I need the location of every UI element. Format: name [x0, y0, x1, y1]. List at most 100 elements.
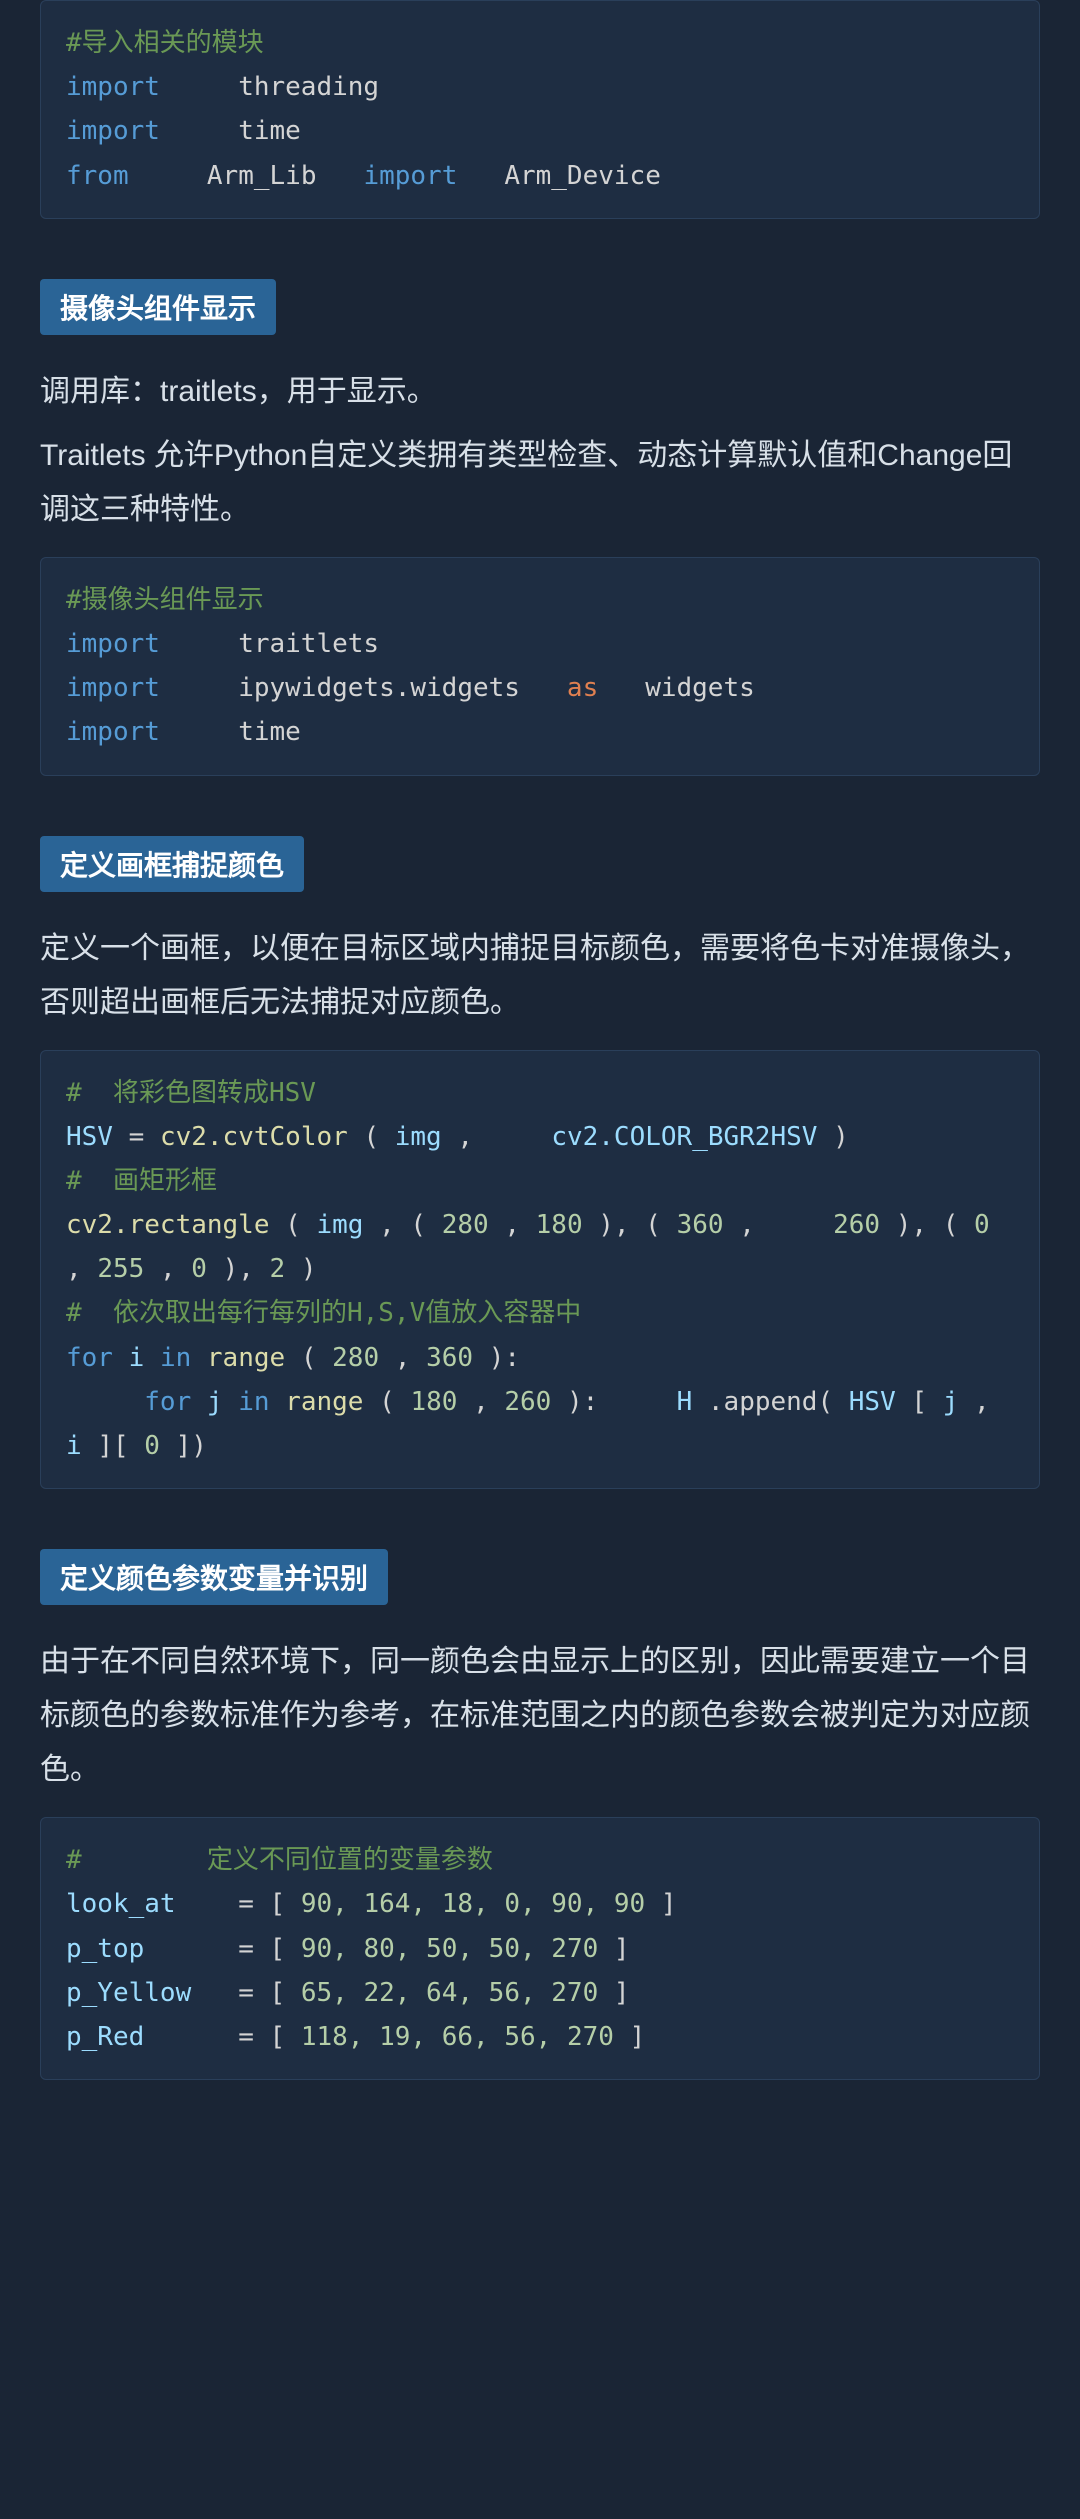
- range-comment-line: # 依次取出每行每列的H,S,V值放入容器中: [66, 1291, 1014, 1335]
- equals-1: =: [129, 1122, 160, 1152]
- rect-comma-4: ,: [739, 1210, 817, 1240]
- p-top-close: ]: [614, 1934, 630, 1964]
- j-var: j: [207, 1387, 223, 1417]
- top-comment: #导入相关的模块: [66, 21, 1014, 65]
- p-yellow-spaces: [207, 1978, 223, 2008]
- for-kw-2: for: [144, 1387, 191, 1417]
- p-red-eq: = [: [238, 2022, 285, 2052]
- hsv-var: HSV: [66, 1122, 113, 1152]
- import-traitlets-line: import traitlets: [66, 622, 1014, 666]
- rect-comma-6: ,: [66, 1254, 97, 1284]
- color-text: 由于在不同自然环境下，同一颜色会由显示上的区别，因此需要建立一个目标颜色的参数标…: [40, 1635, 1040, 1797]
- rect-comma-2: ,: [504, 1210, 535, 1240]
- camera-code-block: #摄像头组件显示 import traitlets import ipywidg…: [40, 557, 1040, 776]
- rectangle-func: cv2.rectangle: [66, 1210, 270, 1240]
- import-kw-1: import: [66, 72, 160, 102]
- arm-device-text: Arm_Device: [473, 161, 661, 191]
- append-text: .append(: [708, 1387, 833, 1417]
- range-paren-close-2: ):: [567, 1387, 661, 1417]
- bracket-1: [: [911, 1387, 927, 1417]
- h-var: H: [677, 1387, 693, 1417]
- p-red-var: p_Red: [66, 2022, 144, 2052]
- as-kw: as: [567, 673, 598, 703]
- look-at-var: look_at: [66, 1889, 176, 1919]
- num-260: 260: [833, 1210, 880, 1240]
- time-text: time: [176, 116, 301, 146]
- cvtcolor-func: cv2.cvtColor: [160, 1122, 348, 1152]
- p-red-spaces: [160, 2022, 223, 2052]
- color-section-header: 定义颜色参数变量并识别: [40, 1549, 388, 1605]
- camera-header-text: 摄像头组件显示: [60, 293, 256, 324]
- range-comma-2: ,: [473, 1387, 504, 1417]
- p-top-line: p_top = [ 90, 80, 50, 50, 270 ]: [66, 1927, 1014, 1971]
- range-comment: # 依次取出每行每列的H,S,V值放入容器中: [66, 1298, 581, 1328]
- num-255: 255: [97, 1254, 144, 1284]
- num-2: 2: [270, 1254, 286, 1284]
- comment-text: #导入相关的模块: [66, 28, 264, 58]
- img-2: img: [316, 1210, 363, 1240]
- hsv-var-2: HSV: [849, 1387, 896, 1417]
- rect-comma-8: ),: [223, 1254, 270, 1284]
- num-280-2: 280: [332, 1343, 379, 1373]
- p-yellow-var: p_Yellow: [66, 1978, 191, 2008]
- import-kw-5: import: [66, 673, 160, 703]
- p-yellow-values: 65, 22, 64, 56, 270: [301, 1978, 598, 2008]
- rect-comma-1: , (: [379, 1210, 426, 1240]
- hsv-comment: # 将彩色图转成HSV: [66, 1078, 316, 1108]
- comma-1: ,: [457, 1122, 535, 1152]
- p-yellow-eq: = [: [238, 1978, 285, 2008]
- arm-lib-text: Arm_Lib: [144, 161, 348, 191]
- paren-close-1: ): [833, 1122, 849, 1152]
- import-kw-4: import: [66, 629, 160, 659]
- num-0-2: 0: [191, 1254, 207, 1284]
- look-at-close: ]: [661, 1889, 677, 1919]
- in-kw-1: in: [160, 1343, 191, 1373]
- time2-text: time: [176, 717, 301, 747]
- camera-text-2: Traitlets 允许Python自定义类拥有类型检查、动态计算默认值和Cha…: [40, 429, 1040, 537]
- widgets-text: widgets: [614, 673, 755, 703]
- color-code-block: # 定义不同位置的变量参数 look_at = [ 90, 164, 18, 0…: [40, 1817, 1040, 2080]
- rectangle-line: cv2.rectangle ( img , ( 280 , 180 ), ( 3…: [66, 1203, 1014, 1291]
- top-section: #导入相关的模块 import threading import time fr…: [40, 0, 1040, 219]
- range-func-2: range: [285, 1387, 363, 1417]
- rect-comma-7: ,: [160, 1254, 191, 1284]
- frame-section: 定义画框捕捉颜色 定义一个画框，以便在目标区域内捕捉目标颜色，需要将色卡对准摄像…: [40, 806, 1040, 1490]
- p-top-var: p_top: [66, 1934, 144, 1964]
- p-red-close: ]: [630, 2022, 646, 2052]
- color-section: 定义颜色参数变量并识别 由于在不同自然环境下，同一颜色会由显示上的区别，因此需要…: [40, 1519, 1040, 2080]
- num-360-2: 360: [426, 1343, 473, 1373]
- num-180-2: 180: [410, 1387, 457, 1417]
- camera-text-1: 调用库：traitlets，用于显示。: [40, 365, 1040, 419]
- for-j-line: for j in range ( 180 , 260 ): H .append(…: [66, 1380, 1014, 1468]
- num-0-3: 0: [144, 1431, 160, 1461]
- p-top-values: 90, 80, 50, 50, 270: [301, 1934, 598, 1964]
- num-280-1: 280: [442, 1210, 489, 1240]
- frame-code-block: # 将彩色图转成HSV HSV = cv2.cvtColor ( img , c…: [40, 1050, 1040, 1490]
- color-bgr: cv2.COLOR_BGR2HSV: [551, 1122, 817, 1152]
- p-red-values: 118, 19, 66, 56, 270: [301, 2022, 614, 2052]
- color-header-text: 定义颜色参数变量并识别: [60, 1563, 368, 1594]
- for-kw-1: for: [66, 1343, 113, 1373]
- rect-comma-3: ), (: [598, 1210, 661, 1240]
- range-comma-1: ,: [395, 1343, 426, 1373]
- range-paren-1: (: [301, 1343, 317, 1373]
- look-at-line: look_at = [ 90, 164, 18, 0, 90, 90 ]: [66, 1882, 1014, 1926]
- rect-comment-line: # 画矩形框: [66, 1159, 1014, 1203]
- rect-comma-5: ), (: [896, 1210, 959, 1240]
- import-kw-3: import: [363, 161, 457, 191]
- top-code-block: #导入相关的模块 import threading import time fr…: [40, 0, 1040, 219]
- num-260-2: 260: [504, 1387, 551, 1417]
- i-var: i: [129, 1343, 145, 1373]
- cvt-color-line: HSV = cv2.cvtColor ( img , cv2.COLOR_BGR…: [66, 1115, 1014, 1159]
- rect-comment: # 画矩形框: [66, 1166, 217, 1196]
- var-comment: # 定义不同位置的变量参数: [66, 1845, 493, 1875]
- import-ipywidgets-line: import ipywidgets.widgets as widgets: [66, 666, 1014, 710]
- p-red-line: p_Red = [ 118, 19, 66, 56, 270 ]: [66, 2015, 1014, 2059]
- p-top-eq: = [: [238, 1934, 285, 1964]
- rect-paren-close: ): [301, 1254, 317, 1284]
- camera-section: 摄像头组件显示 调用库：traitlets，用于显示。 Traitlets 允许…: [40, 249, 1040, 776]
- comma-j: ,: [974, 1387, 990, 1417]
- import-time2-line: import time: [66, 710, 1014, 754]
- from-line: from Arm_Lib import Arm_Device: [66, 154, 1014, 198]
- var-comment-line: # 定义不同位置的变量参数: [66, 1838, 1014, 1882]
